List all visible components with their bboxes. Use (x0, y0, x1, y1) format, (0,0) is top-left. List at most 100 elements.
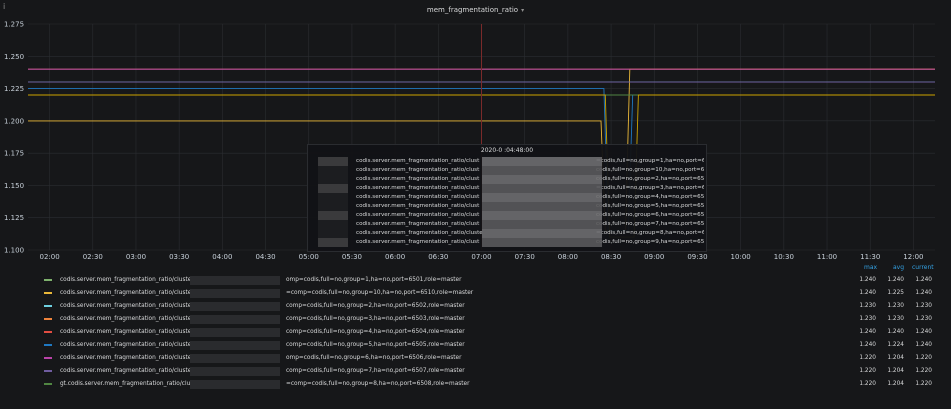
x-tick-label: 09:00 (644, 253, 664, 261)
redacted-block (318, 184, 348, 193)
x-tick-label: 06:00 (385, 253, 405, 261)
legend-row[interactable]: codis.server.mem_fragmentation_ratio/clu… (0, 365, 951, 378)
legend-header-max[interactable]: max (864, 264, 877, 271)
redacted-block (190, 315, 280, 324)
x-tick-label: 10:30 (774, 253, 794, 261)
legend-series-tags[interactable]: comp=codis,full=no,group=4,ha=no,port=65… (286, 326, 465, 339)
redacted-block (482, 220, 602, 229)
legend-series-tags[interactable]: omp=codis,full=no,group=6,ha=no,port=650… (286, 352, 461, 365)
legend-series-tags[interactable]: =comp=codis,full=no,group=8,ha=no,port=6… (286, 378, 470, 391)
legend-color-swatch[interactable] (44, 305, 52, 307)
legend-value-current: 1.240 (915, 290, 932, 296)
legend-series-name[interactable]: gt.codis.server.mem_fragmentation_ratio/… (60, 378, 196, 391)
y-tick-label: 1.275 (4, 21, 24, 29)
tooltip-series-tags: codis,full=no,group=5,ha=no,port=6505,r (596, 203, 704, 209)
legend-series-name[interactable]: codis.server.mem_fragmentation_ratio/clu… (60, 274, 194, 287)
legend-series-name[interactable]: codis.server.mem_fragmentation_ratio/clu… (60, 352, 194, 365)
legend-series-tags[interactable]: comp=codis,full=no,group=7,ha=no,port=65… (286, 365, 465, 378)
legend-row[interactable]: codis.server.mem_fragmentation_ratio/clu… (0, 339, 951, 352)
redacted-block (190, 276, 280, 285)
legend-series-name[interactable]: codis.server.mem_fragmentation_ratio/clu… (60, 313, 194, 326)
legend-row[interactable]: codis.server.mem_fragmentation_ratio/clu… (0, 287, 951, 300)
legend-series-name[interactable]: codis.server.mem_fragmentation_ratio/clu… (60, 365, 194, 378)
x-tick-label: 03:00 (126, 253, 146, 261)
tooltip-series-name: codis.server.mem_fragmentation_ratio/clu… (356, 176, 480, 182)
redacted-block (482, 157, 602, 166)
legend-row[interactable]: codis.server.mem_fragmentation_ratio/clu… (0, 274, 951, 287)
legend-value-max: 1.230 (859, 303, 876, 309)
redacted-block (318, 175, 348, 184)
legend-series-name[interactable]: codis.server.mem_fragmentation_ratio/clu… (60, 326, 194, 339)
legend-header-current[interactable]: current (912, 264, 934, 271)
legend-row[interactable]: codis.server.mem_fragmentation_ratio/clu… (0, 352, 951, 365)
tooltip-series-tags: codis,full=no,group=2,ha=no,port=6502,r (596, 176, 704, 182)
redacted-block (482, 211, 602, 220)
legend-color-swatch[interactable] (44, 292, 52, 294)
tooltip-series-name: codis.server.mem_fragmentation_ratio/clu… (356, 167, 480, 173)
tooltip-series-tags: codis,full=no,group=10,ha=no,port=6510, (596, 167, 704, 173)
redacted-block (318, 166, 348, 175)
y-tick-label: 1.250 (4, 53, 24, 61)
legend-row[interactable]: codis.server.mem_fragmentation_ratio/clu… (0, 326, 951, 339)
legend-series-tags[interactable]: comp=codis,full=no,group=3,ha=no,port=65… (286, 313, 465, 326)
legend-row[interactable]: gt.codis.server.mem_fragmentation_ratio/… (0, 378, 951, 391)
legend-series-tags[interactable]: omp=codis,full=no,group=1,ha=no,port=650… (286, 274, 461, 287)
tooltip-series-tags: =codis,full=no,group=1,ha=no,port=6501,r (596, 158, 704, 164)
legend-color-swatch[interactable] (44, 383, 52, 385)
legend-series-tags[interactable]: =comp=codis,full=no,group=10,ha=no,port=… (286, 287, 473, 300)
legend-color-swatch[interactable] (44, 331, 52, 333)
x-tick-label: 02:30 (83, 253, 103, 261)
tooltip-series-tags: codis,full=no,group=6,ha=no,port=6506,r (596, 212, 704, 218)
x-tick-label: 07:30 (515, 253, 535, 261)
legend-series-tags[interactable]: comp=codis,full=no,group=5,ha=no,port=65… (286, 339, 465, 352)
tooltip-series-tags: codis,full=no,group=9,ha=no,port=6509,r (596, 239, 704, 245)
legend-color-swatch[interactable] (44, 279, 52, 281)
tooltip-series-name: codis.server.mem_fragmentation_ratio/clu… (356, 221, 480, 227)
hover-tooltip: 2020-0 :04:48:00 codis.server.mem_fragme… (307, 144, 707, 252)
legend-color-swatch[interactable] (44, 370, 52, 372)
legend-color-swatch[interactable] (44, 344, 52, 346)
redacted-block (190, 289, 280, 298)
legend-series-name[interactable]: codis.server.mem_fragmentation_ratio/clu… (60, 287, 194, 300)
legend-value-max: 1.240 (859, 277, 876, 283)
legend-value-current: 1.230 (915, 316, 932, 322)
legend-value-max: 1.240 (859, 329, 876, 335)
legend-color-swatch[interactable] (44, 357, 52, 359)
legend-series-tags[interactable]: comp=codis,full=no,group=2,ha=no,port=65… (286, 300, 465, 313)
y-tick-label: 1.100 (4, 247, 24, 255)
redacted-block (482, 175, 602, 184)
redacted-block (190, 354, 280, 363)
legend-row[interactable]: codis.server.mem_fragmentation_ratio/clu… (0, 300, 951, 313)
x-tick-label: 11:00 (817, 253, 837, 261)
redacted-block (190, 367, 280, 376)
redacted-block (482, 229, 602, 238)
legend-value-current: 1.240 (915, 329, 932, 335)
legend-value-current: 1.220 (915, 355, 932, 361)
legend-header-avg[interactable]: avg (893, 264, 904, 271)
graph-panel: i mem_fragmentation_ratio ▾ 1.100 1.125 1.1… (0, 0, 951, 409)
tooltip-series-tags: =codis,full=no,group=3,ha=no,port=6503,r (596, 185, 704, 191)
legend-value-current: 1.220 (915, 368, 932, 374)
legend-series-name[interactable]: codis.server.mem_fragmentation_ratio/clu… (60, 300, 194, 313)
legend-row[interactable]: codis.server.mem_fragmentation_ratio/clu… (0, 313, 951, 326)
legend-value-max: 1.220 (859, 355, 876, 361)
x-tick-label: 05:00 (299, 253, 319, 261)
y-tick-label: 1.125 (4, 214, 24, 222)
tooltip-series-name: codis.server.mem_fragmentation_ratio/clu… (356, 158, 480, 164)
x-tick-label: 04:00 (212, 253, 232, 261)
tooltip-series-tags: =codis,full=no,group=8,ha=no,port=6508,r (596, 230, 704, 236)
redacted-block (482, 202, 602, 211)
tooltip-time: 2020-0 :04:48:00 (480, 147, 534, 154)
legend-value-avg: 1.240 (887, 329, 904, 335)
redacted-block (190, 380, 280, 389)
legend-value-current: 1.230 (915, 303, 932, 309)
redacted-block (318, 157, 348, 166)
legend-color-swatch[interactable] (44, 318, 52, 320)
redacted-block (190, 302, 280, 311)
y-tick-label: 1.175 (4, 150, 24, 158)
redacted-block (190, 341, 280, 350)
legend-value-current: 1.240 (915, 277, 932, 283)
legend-value-max: 1.240 (859, 342, 876, 348)
legend-series-name[interactable]: codis.server.mem_fragmentation_ratio/clu… (60, 339, 194, 352)
y-axis-ticks: 1.100 1.125 1.150 1.175 1.200 1.225 1.250 1.275 (4, 21, 24, 255)
